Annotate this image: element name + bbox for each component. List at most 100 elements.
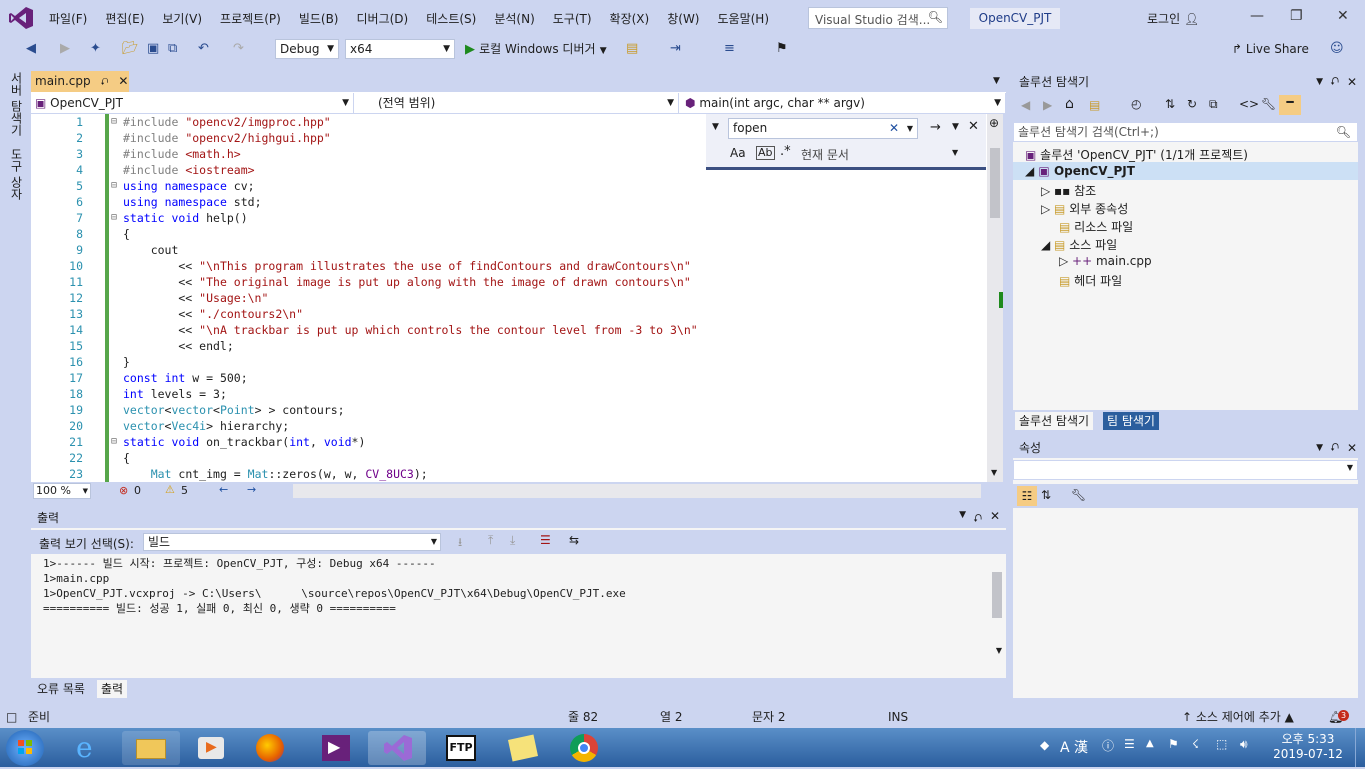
code-line[interactable]: 17 const int w = 500; — [31, 370, 987, 386]
save-all-icon[interactable]: ⧉ — [168, 39, 177, 59]
close-icon[interactable]: ✕ — [990, 509, 1000, 523]
code-line[interactable]: 9 cout — [31, 242, 987, 258]
close-find-icon[interactable]: ✕ — [968, 119, 979, 134]
match-case-icon[interactable]: Aa — [730, 146, 746, 160]
restore-button[interactable]: ❐ — [1290, 8, 1303, 24]
server-explorer-tab[interactable]: 서버 탐색기 — [8, 72, 25, 136]
zoom-select[interactable]: 100 % ▼ — [33, 483, 91, 499]
show-desktop-button[interactable] — [1355, 728, 1365, 767]
chrome-icon[interactable] — [556, 731, 614, 765]
new-project-icon[interactable]: ✦ — [90, 39, 101, 59]
menu-project[interactable]: 프로젝트(P) — [211, 10, 290, 27]
property-pages-icon[interactable]: 🔧︎ — [1071, 488, 1086, 502]
code-line[interactable]: 18 int levels = 3; — [31, 386, 987, 402]
toggle-replace-icon[interactable]: ▼ — [712, 122, 719, 132]
output-text[interactable]: 1>------ 빌드 시작: 프로젝트: OpenCV_PJT, 구성: De… — [43, 556, 626, 616]
feedback-icon[interactable]: ☺ — [1330, 39, 1344, 59]
open-file-icon[interactable]: 📂︎ — [122, 39, 139, 59]
ime-options-icon[interactable]: ☰ — [1124, 737, 1135, 751]
preview-icon[interactable]: ━ — [1279, 95, 1301, 115]
previous-message-icon[interactable]: ⤒ — [488, 533, 493, 548]
firefox-icon[interactable] — [242, 731, 300, 765]
menu-debug[interactable]: 디버그(D) — [348, 10, 418, 27]
action-center-icon[interactable]: ⚑ — [1168, 737, 1179, 751]
scroll-thumb[interactable] — [990, 148, 1000, 218]
categorized-icon[interactable]: ☷ — [1017, 486, 1037, 506]
fold-toggle-icon[interactable]: ⊟ — [111, 210, 121, 226]
chevron-down-icon[interactable]: ▼ — [907, 119, 913, 138]
find-scope[interactable]: 현재 문서 — [801, 146, 849, 163]
browse-icon[interactable]: ▤ — [626, 39, 638, 59]
scroll-down-icon[interactable]: ▼ — [996, 646, 1002, 655]
code-line[interactable]: 13 << "./contours2\n" — [31, 306, 987, 322]
properties-icon[interactable]: 🔧︎ — [1261, 97, 1276, 111]
panel-menu-icon[interactable]: ▼ — [1316, 438, 1323, 458]
ftp-icon[interactable]: FTP — [432, 731, 490, 765]
close-icon[interactable]: ✕ — [1347, 72, 1357, 92]
tree-header-files[interactable]: ▤ 헤더 파일 — [1059, 272, 1122, 289]
vs-installer-icon[interactable]: ▶ — [306, 731, 364, 765]
member-dropdown[interactable]: ⬢ main(int argc, char ** argv) ▼ — [681, 93, 1006, 113]
code-line[interactable]: 7 ⊟ static void help() — [31, 210, 987, 226]
start-button[interactable] — [6, 730, 44, 766]
code-line[interactable]: 6 using namespace std; — [31, 194, 987, 210]
sticky-notes-icon[interactable] — [494, 731, 552, 765]
source-control-button[interactable]: ↑ 소스 제어에 추가 ▲ — [1182, 706, 1294, 728]
system-clock[interactable]: 오후 5:33 2019-07-12 — [1268, 732, 1348, 762]
menu-view[interactable]: 보기(V) — [153, 10, 211, 27]
tab-main-cpp[interactable]: main.cpp ⮏ ✕ — [31, 71, 129, 92]
tree-external-deps[interactable]: ▷ ▤ 외부 종속성 — [1041, 200, 1128, 217]
code-line[interactable]: 12 << "Usage:\n" — [31, 290, 987, 306]
pin-icon[interactable]: ⮏ — [973, 510, 982, 529]
code-line[interactable]: 20 vector<Vec4i> hierarchy; — [31, 418, 987, 434]
go-to-code-icon[interactable]: ⭳ — [458, 533, 462, 554]
code-line[interactable]: 22 { — [31, 450, 987, 466]
forward-icon[interactable]: ▶ — [1043, 98, 1052, 112]
split-icon[interactable]: ⊕ — [989, 116, 999, 130]
find-input[interactable]: fopen ✕ ▼ — [728, 118, 918, 139]
properties-object-select[interactable]: ▼ — [1013, 460, 1358, 480]
pin-icon[interactable]: ⮏ — [100, 77, 108, 88]
language-icon[interactable]: ◆ — [1040, 738, 1049, 752]
code-line[interactable]: 15 << endl; — [31, 338, 987, 354]
tab-error-list[interactable]: 오류 목록 — [33, 680, 89, 698]
toolbox-tab[interactable]: 도구 상자 — [8, 148, 25, 200]
back-icon[interactable]: ◀ — [1021, 98, 1030, 112]
project-dropdown[interactable]: ▣ OpenCV_PJT ▼ — [31, 93, 354, 113]
clear-icon[interactable]: ✕ — [889, 119, 899, 138]
volume-icon[interactable]: 🔊︎ — [1240, 737, 1248, 752]
previous-issue-icon[interactable]: ← — [219, 483, 228, 496]
code-line[interactable]: 21 ⊟ static void on_trackbar(int, void*) — [31, 434, 987, 450]
next-message-icon[interactable]: ⤓ — [510, 533, 515, 548]
menu-test[interactable]: 테스트(S) — [417, 10, 485, 27]
ie-icon[interactable]: e — [62, 731, 120, 765]
output-scroll-thumb[interactable] — [992, 572, 1002, 618]
code-line[interactable]: 10 << "\nThis program illustrates the us… — [31, 258, 987, 274]
close-icon[interactable]: ✕ — [118, 74, 128, 88]
word-wrap-icon[interactable]: ⇆ — [569, 533, 579, 547]
chevron-down-icon[interactable]: ▼ — [952, 148, 958, 157]
tree-solution[interactable]: ▣ 솔루션 'OpenCV_PJT' (1/1개 프로젝트) — [1025, 146, 1248, 163]
save-icon[interactable]: ▣ — [147, 39, 159, 59]
tab-team-explorer[interactable]: 팀 탐색기 — [1103, 412, 1159, 430]
home-icon[interactable]: ⌂ — [1065, 96, 1074, 112]
file-explorer-icon[interactable] — [122, 731, 180, 765]
visual-studio-icon[interactable] — [368, 731, 426, 765]
config-select[interactable]: Debug ▼ — [275, 39, 339, 59]
output-source-select[interactable]: 빌드 ▼ — [143, 533, 441, 551]
menu-help[interactable]: 도움말(H) — [709, 10, 779, 27]
live-share-button[interactable]: ↱ Live Share — [1232, 39, 1309, 59]
refresh-icon[interactable]: ↻ — [1187, 97, 1197, 111]
back-icon[interactable]: ◀ — [26, 39, 36, 59]
fold-toggle-icon[interactable]: ⊟ — [111, 114, 121, 130]
pin-icon[interactable]: ⮏ — [1330, 438, 1339, 458]
tree-main-cpp[interactable]: ▷ ++ main.cpp — [1059, 254, 1152, 268]
tab-output[interactable]: 출력 — [97, 680, 128, 698]
panel-menu-icon[interactable]: ▼ — [959, 510, 966, 520]
whole-word-icon[interactable]: Ab — [756, 146, 775, 160]
platform-select[interactable]: x64 ▼ — [345, 39, 455, 59]
menu-extensions[interactable]: 확장(X) — [601, 10, 659, 27]
ime-indicator[interactable]: A 漢 — [1060, 737, 1088, 757]
pin-icon[interactable]: ⮏ — [1330, 72, 1339, 92]
tree-references[interactable]: ▷ ▪▪ 참조 — [1041, 182, 1096, 199]
